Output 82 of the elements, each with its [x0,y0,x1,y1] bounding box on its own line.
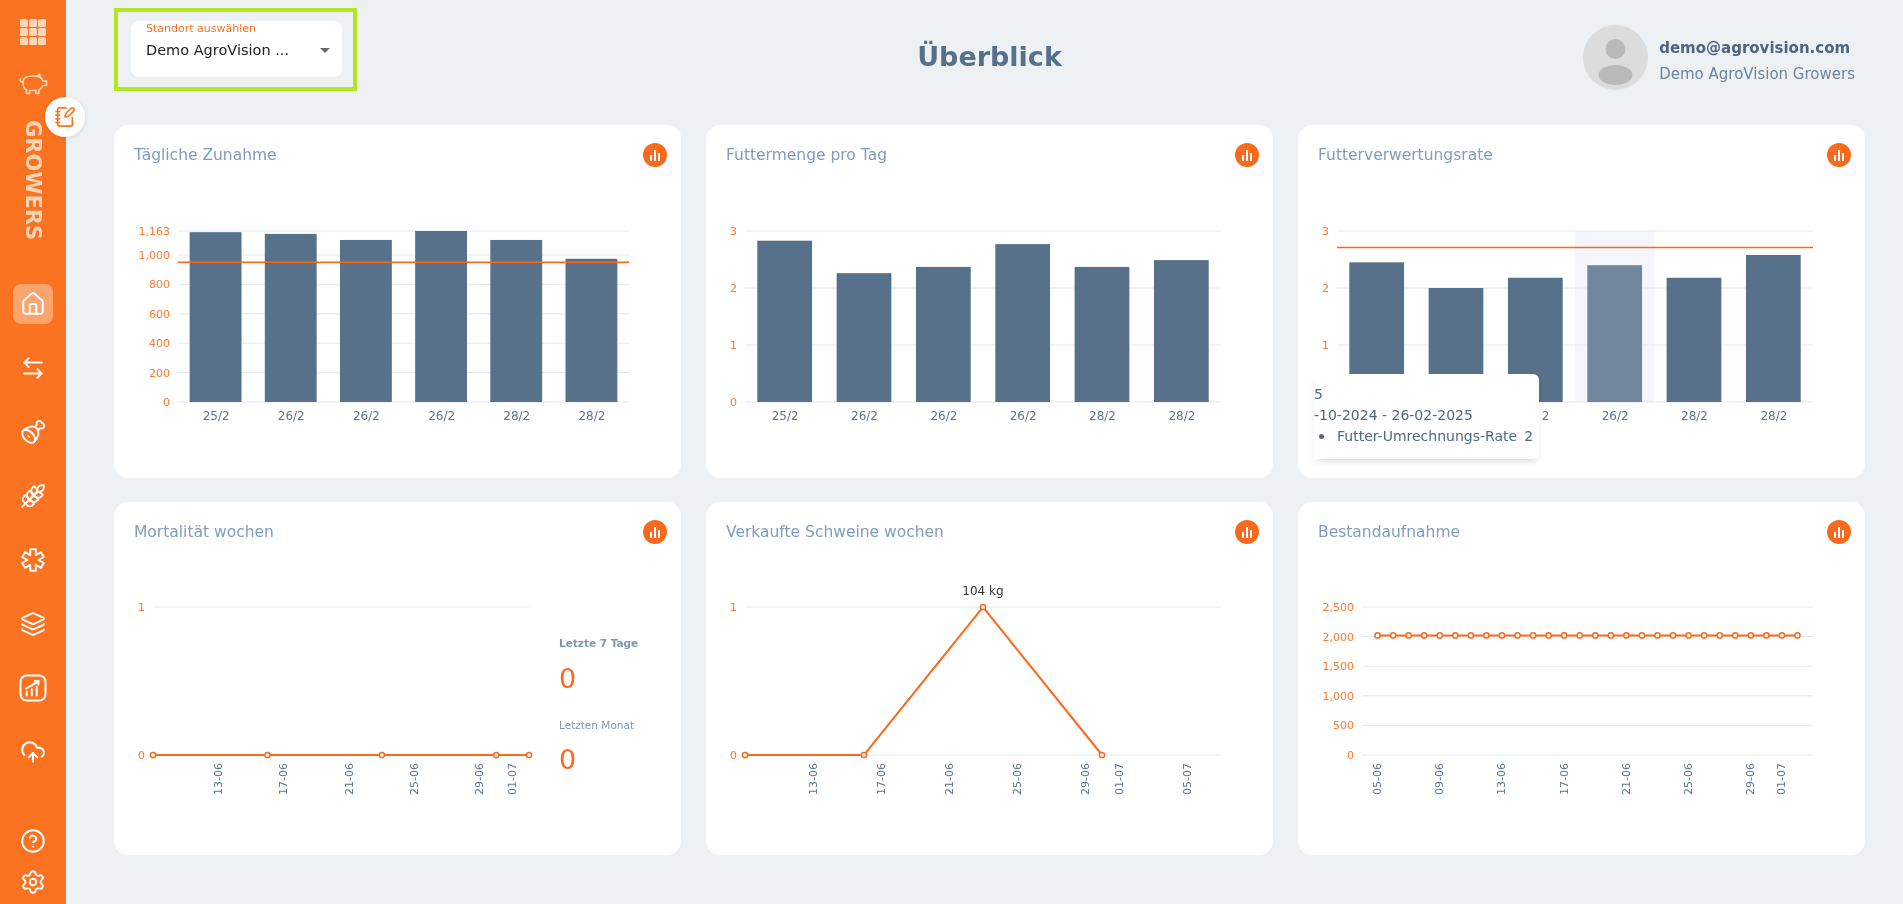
x-axis-label: 25-06 [1010,763,1024,795]
user-email: demo@agrovision.com [1659,38,1852,58]
x-axis-label: 09-06 [1433,763,1447,795]
x-axis-label: 2 [1541,409,1550,423]
y-axis-label: 400 [149,337,170,351]
stat-label: Letzte 7 Tage [559,636,639,651]
card-title: Futterverwertungsrate [1318,146,1493,164]
x-axis-label: 17-06 [874,763,888,795]
card-title: Futtermenge pro Tag [726,146,887,164]
y-axis-label: 1,000 [138,248,170,262]
y-axis-label: 0 [730,396,737,409]
x-axis-label: 13-06 [211,763,225,795]
y-axis-label: 0 [138,749,145,762]
x-axis-label: 26/2 [1009,409,1037,423]
tooltip-value: 2 [1524,427,1534,446]
x-axis-label: 26/2 [352,409,380,423]
x-axis-label: 13-06 [806,763,820,795]
x-axis-label: 21-06 [342,763,356,795]
y-axis-label: 1 [1322,339,1329,352]
x-axis-label: 13-06 [1495,763,1509,795]
x-axis-label: 01-07 [1775,763,1789,795]
x-axis-label: 01-07 [1112,763,1126,795]
y-axis-label: 1,500 [1322,660,1354,674]
stat-value: 0 [559,664,577,694]
y-axis-label: 2 [730,282,737,295]
tooltip-date-range: -10-2024 - 26-02-2025 [1314,406,1473,425]
card-title: Tägliche Zunahme [134,146,277,164]
card-title: Mortalität wochen [134,523,274,541]
x-axis-label: 29-06 [1078,763,1092,795]
select-value: Demo AgroVision ... [146,41,290,59]
x-axis-label: 26/2 [428,409,456,423]
x-axis-label: 21-06 [942,763,956,795]
y-axis-label: 2,500 [1322,601,1354,614]
x-axis-label: 05-06 [1371,763,1385,795]
brand-name: GROWERS [21,120,45,241]
x-axis-label: 21-06 [1619,763,1633,795]
x-axis-label: 28/2 [503,409,531,423]
y-axis-label: 2,000 [1322,630,1354,644]
x-axis-label: 25/2 [771,409,799,423]
card-title: Bestandaufnahme [1318,523,1461,541]
stat-label: Letzten Monat [559,718,634,733]
x-axis-label: 17-06 [1557,763,1571,795]
y-axis-label: 3 [1322,225,1329,238]
x-axis-label: 26/2 [851,409,878,423]
tooltip-title: 5 [1314,385,1323,404]
x-axis-label: 05-07 [1180,763,1194,795]
page-title: Überblick [917,40,1062,74]
y-axis-label: 500 [1333,719,1354,733]
x-axis-label: 28/2 [1168,409,1196,423]
x-axis-label: 28/2 [1681,409,1708,423]
x-axis-label: 28/2 [1760,409,1788,423]
user-name: Demo AgroVision Growers [1659,64,1855,84]
x-axis-label: 25-06 [1682,763,1696,795]
x-axis-label: 17-06 [277,763,291,795]
x-axis-label: 28/2 [1089,409,1116,423]
y-axis-label: 0 [730,749,737,762]
x-axis-label: 01-07 [506,763,520,795]
stat-value: 0 [559,745,577,775]
y-axis-label: 1 [138,601,145,614]
y-axis-label: 0 [163,396,170,409]
y-axis-label: 1,163 [138,225,170,238]
x-axis-label: 26/2 [930,409,958,423]
x-axis-label: 29-06 [1744,763,1758,795]
x-axis-label: 26/2 [1601,409,1629,423]
x-axis-label: 29-06 [473,763,487,795]
x-axis-label: 28/2 [578,409,606,423]
data-label: 104 kg [962,584,1004,598]
y-axis-label: 200 [149,366,170,380]
x-axis-label: 25/2 [202,409,230,423]
select-label: Standort auswählen [146,22,256,36]
x-axis-label: 26/2 [277,409,305,423]
y-axis-label: 1 [730,339,737,352]
y-axis-label: 1,000 [1322,689,1354,703]
tooltip-series-name: Futter-Umrechnungs-Rate [1337,427,1518,446]
card-title: Verkaufte Schweine wochen [726,523,944,541]
y-axis-label: 1 [730,601,737,614]
y-axis-label: 800 [149,278,170,292]
y-axis-label: 3 [730,225,737,238]
y-axis-label: 2 [1322,282,1329,295]
y-axis-label: 600 [149,307,170,321]
y-axis-label: 0 [1347,749,1354,762]
x-axis-label: 25-06 [408,763,422,795]
